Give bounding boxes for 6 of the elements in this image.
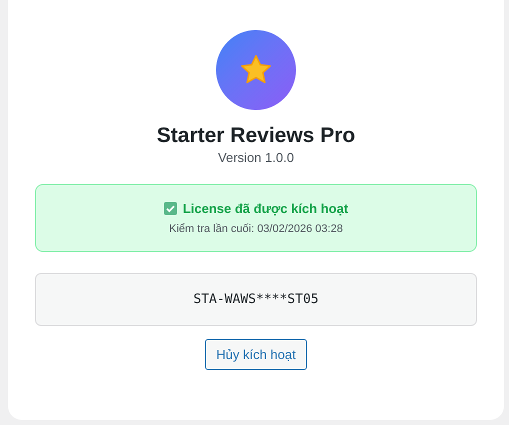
status-text: License đã được kích hoạt <box>182 200 348 218</box>
deactivate-button[interactable]: Hủy kích hoạt <box>205 339 307 370</box>
last-checked-text: Kiểm tra lần cuối: 03/02/2026 03:28 <box>169 222 343 237</box>
license-key-field: STA-WAWS****ST05 <box>35 273 477 326</box>
version-label: Version 1.0.0 <box>218 149 294 167</box>
app-title: Starter Reviews Pro <box>156 123 356 149</box>
